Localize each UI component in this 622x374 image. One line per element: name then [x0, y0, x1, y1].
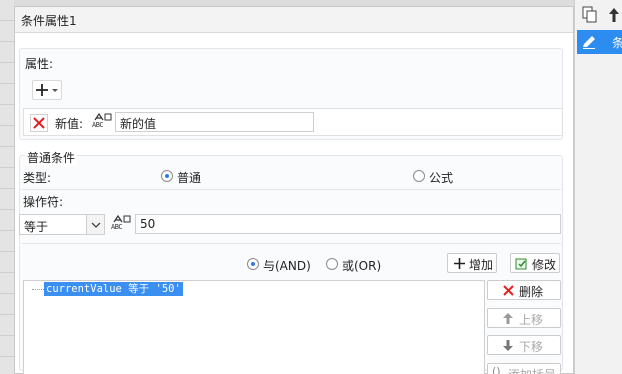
operator-select[interactable]: 等于: [19, 214, 105, 235]
add-condition-button[interactable]: 增加: [447, 253, 497, 273]
condition-properties-dialog: 条件属性1 属性: 新值: ABC 新的值 普通条件 类型: 普通 公式 操作符…: [14, 6, 574, 374]
move-up-label: 上移: [519, 313, 544, 327]
remove-property-button[interactable]: [30, 114, 48, 132]
type-normal-label[interactable]: 普通: [177, 169, 201, 186]
add-property-button[interactable]: [32, 80, 62, 100]
tree-connector: [32, 289, 44, 290]
copy-icon[interactable]: [581, 6, 599, 24]
delete-condition-button[interactable]: 删除: [487, 280, 561, 300]
divider: [21, 189, 561, 190]
plus-icon: [454, 258, 465, 269]
type-normal-radio[interactable]: [161, 170, 173, 182]
dialog-title: 条件属性1: [15, 7, 573, 33]
condition-list[interactable]: currentValue 等于 '50': [23, 280, 485, 374]
value-type-abc-icon[interactable]: ABC: [92, 112, 114, 132]
background-sheet: [0, 0, 14, 374]
close-icon: [503, 285, 514, 296]
and-label[interactable]: 与(AND): [263, 257, 311, 274]
operator-select-value: 等于: [24, 220, 49, 234]
move-down-button[interactable]: 下移: [487, 335, 561, 355]
or-label[interactable]: 或(OR): [342, 257, 381, 274]
divider: [21, 243, 561, 244]
modify-icon: [515, 258, 527, 270]
modify-condition-button[interactable]: 修改: [510, 253, 560, 273]
new-value-label: 新值:: [55, 117, 84, 131]
arrow-up-icon[interactable]: [605, 6, 622, 24]
side-panel-item[interactable]: 条: [577, 30, 622, 54]
and-radio[interactable]: [247, 258, 259, 270]
arrow-up-icon: [503, 313, 513, 324]
add-condition-label: 增加: [469, 258, 494, 272]
normal-condition-label: 普通条件: [25, 149, 78, 166]
edit-icon: [581, 34, 597, 50]
operand-input[interactable]: 50: [135, 214, 561, 234]
or-radio[interactable]: [326, 258, 338, 270]
add-bracket-label: 添加括号: [508, 366, 556, 374]
move-down-label: 下移: [519, 340, 544, 354]
side-panel: 条: [574, 0, 622, 374]
operand-type-abc-icon[interactable]: ABC: [111, 214, 133, 234]
chevron-down-icon[interactable]: [86, 215, 104, 234]
bracket-icon: (): [492, 365, 501, 374]
type-formula-label[interactable]: 公式: [429, 169, 453, 186]
type-label: 类型:: [23, 171, 52, 185]
type-formula-radio[interactable]: [413, 170, 425, 182]
condition-list-item[interactable]: currentValue 等于 '50': [44, 282, 183, 296]
add-bracket-button[interactable]: () 添加括号: [487, 363, 561, 374]
move-up-button[interactable]: 上移: [487, 308, 561, 328]
new-value-input[interactable]: 新的值: [115, 112, 314, 132]
screen: 条 条件属性1 属性: 新值: ABC 新的值 普通条件 类型: 普通 公式 操…: [0, 0, 622, 374]
properties-label: 属性:: [25, 57, 54, 71]
operator-label: 操作符:: [23, 195, 64, 209]
delete-condition-label: 删除: [519, 285, 544, 299]
side-panel-item-label: 条: [612, 36, 622, 50]
modify-condition-label: 修改: [532, 258, 557, 272]
arrow-down-icon: [503, 340, 513, 351]
new-value-row: 新值: ABC 新的值: [23, 108, 563, 136]
